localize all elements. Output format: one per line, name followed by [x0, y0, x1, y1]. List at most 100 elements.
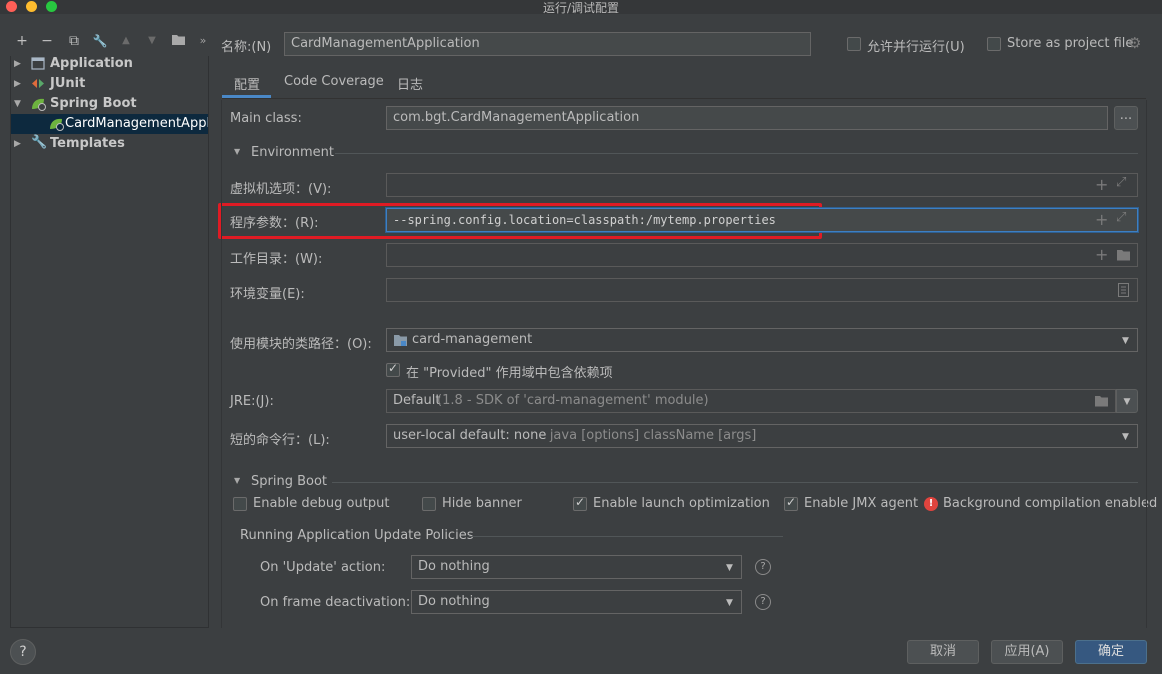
browse-main-class-button[interactable]: ...	[1114, 106, 1138, 130]
module-icon	[393, 334, 408, 351]
add-icon[interactable]: +	[1095, 210, 1108, 229]
spring-boot-section-title: Spring Boot	[251, 474, 328, 489]
working-dir-label: 工作目录：(W):	[230, 252, 323, 267]
caret-right-icon[interactable]: ▶	[14, 54, 21, 74]
frame-deactivation-select[interactable]: Do nothing ▼	[411, 590, 742, 614]
module-select[interactable]: card-management ▼	[386, 328, 1138, 352]
section-divider	[332, 482, 1138, 483]
spring-boot-icon	[30, 97, 47, 114]
add-icon[interactable]: +	[1095, 245, 1108, 264]
tree-item-junit[interactable]: ▶ JUnit	[11, 74, 208, 94]
chevron-down-icon[interactable]: ▼	[1122, 336, 1129, 346]
add-icon[interactable]: +	[1095, 175, 1108, 194]
ok-button[interactable]: 确定	[1075, 640, 1147, 664]
help-button[interactable]: ?	[10, 639, 36, 665]
main-class-input[interactable]: com.bgt.CardManagementApplication	[386, 106, 1108, 130]
tab-code-coverage[interactable]: Code Coverage	[284, 74, 384, 89]
tree-item-spring-boot[interactable]: ▼ Spring Boot	[11, 94, 208, 114]
name-label: 名称:(N)	[221, 40, 272, 55]
include-provided-label: 在 "Provided" 作用域中包含依赖项	[406, 366, 613, 381]
panel-border	[221, 100, 222, 628]
tree-item-label: Spring Boot	[50, 96, 137, 111]
update-policies-title: Running Application Update Policies	[240, 528, 474, 543]
wrench-icon[interactable]: 🔧	[92, 33, 108, 49]
folder-icon[interactable]	[1116, 249, 1131, 265]
launch-optimization-checkbox[interactable]	[573, 495, 587, 511]
copy-icon[interactable]: ⧉	[66, 33, 82, 49]
tree-item-templates[interactable]: ▶ 🔧 Templates	[11, 134, 208, 154]
section-divider	[469, 536, 783, 537]
hide-banner-label: Hide banner	[442, 496, 522, 511]
chevron-down-icon[interactable]: ▼	[726, 563, 733, 573]
help-icon[interactable]: ?	[755, 594, 771, 610]
more-icon[interactable]: »	[195, 33, 211, 49]
tab-config[interactable]: 配置	[234, 74, 260, 93]
section-divider	[335, 153, 1138, 154]
include-provided-checkbox[interactable]	[386, 361, 400, 377]
tree-item-label: CardManagementApplic	[65, 116, 208, 131]
jmx-agent-label: Enable JMX agent	[804, 496, 919, 511]
name-input[interactable]: CardManagementApplication	[284, 32, 811, 56]
tabs-divider	[222, 98, 1146, 99]
folder-icon[interactable]	[170, 33, 186, 50]
gear-icon[interactable]: ⚙	[1128, 34, 1141, 52]
update-action-select[interactable]: Do nothing ▼	[411, 555, 742, 579]
hide-banner-checkbox[interactable]	[422, 497, 436, 511]
jmx-agent-checkbox[interactable]	[784, 495, 798, 511]
chevron-down-icon[interactable]: ▼	[1122, 432, 1129, 442]
move-up-icon[interactable]: ▲	[118, 33, 134, 49]
configuration-tree[interactable]: ▶ Application ▶ JUnit ▼ Spring Boot Card…	[10, 56, 209, 628]
jre-dropdown-button[interactable]: ▼	[1116, 389, 1138, 413]
allow-parallel-label: 允许并行运行(U)	[867, 40, 965, 55]
caret-down-icon[interactable]: ▼	[14, 94, 21, 114]
caret-right-icon[interactable]: ▶	[14, 74, 21, 94]
module-classpath-label: 使用模块的类路径：(O):	[230, 337, 372, 352]
main-class-label: Main class:	[230, 111, 302, 126]
jre-input[interactable]: Default (1.8 - SDK of 'card-management' …	[386, 389, 1116, 413]
collapse-icon[interactable]: ▼	[234, 476, 240, 485]
update-action-label: On 'Update' action:	[260, 560, 386, 575]
error-icon: !	[924, 497, 938, 511]
cancel-button[interactable]: 取消	[907, 640, 979, 664]
application-icon	[31, 57, 45, 74]
vm-options-input[interactable]: + ⤢	[386, 173, 1138, 197]
program-args-input[interactable]: --spring.config.location=classpath:/myte…	[386, 208, 1138, 232]
remove-icon[interactable]: −	[39, 33, 55, 49]
frame-deactivation-label: On frame deactivation:	[260, 595, 411, 610]
short-cmdline-select[interactable]: user-local default: none - java [options…	[386, 424, 1138, 448]
debug-output-label: Enable debug output	[253, 496, 390, 511]
wrench-icon: 🔧	[31, 135, 48, 150]
tree-item-application[interactable]: ▶ Application	[11, 54, 208, 74]
tree-item-label: Templates	[50, 136, 125, 151]
env-vars-input[interactable]	[386, 278, 1138, 302]
scrollbar-track[interactable]	[1146, 100, 1147, 628]
junit-icon	[31, 77, 45, 94]
expand-icon[interactable]: ⤢	[1116, 210, 1126, 225]
tree-item-card-management-application[interactable]: CardManagementApplic	[11, 114, 208, 134]
caret-right-icon[interactable]: ▶	[14, 134, 21, 154]
list-icon[interactable]	[1118, 283, 1129, 301]
jre-label: JRE:(J):	[230, 394, 274, 409]
allow-parallel-checkbox[interactable]	[847, 37, 861, 51]
launch-optimization-label: Enable launch optimization	[593, 496, 770, 511]
store-project-checkbox[interactable]	[987, 37, 1001, 51]
tree-item-label: JUnit	[50, 76, 86, 91]
add-icon[interactable]: +	[14, 33, 30, 49]
program-args-label: 程序参数：(R):	[230, 216, 319, 231]
debug-output-checkbox[interactable]	[233, 497, 247, 511]
expand-icon[interactable]: ⤢	[1116, 175, 1126, 190]
background-compilation-label: Background compilation enabled	[943, 496, 1158, 511]
working-dir-input[interactable]: +	[386, 243, 1138, 267]
chevron-down-icon[interactable]: ▼	[726, 598, 733, 608]
collapse-icon[interactable]: ▼	[234, 147, 240, 156]
move-down-icon[interactable]: ▼	[144, 33, 160, 49]
window-title: 运行/调试配置	[542, 1, 620, 15]
spring-boot-icon	[48, 117, 65, 134]
help-icon[interactable]: ?	[755, 559, 771, 575]
chevron-down-icon: ▼	[1123, 397, 1131, 407]
short-cmdline-label: 短的命令行：(L):	[230, 433, 330, 448]
tab-logs[interactable]: 日志	[397, 74, 423, 93]
vm-options-label: 虚拟机选项：(V):	[230, 182, 332, 197]
apply-button[interactable]: 应用(A)	[991, 640, 1063, 664]
folder-icon[interactable]	[1094, 395, 1109, 411]
